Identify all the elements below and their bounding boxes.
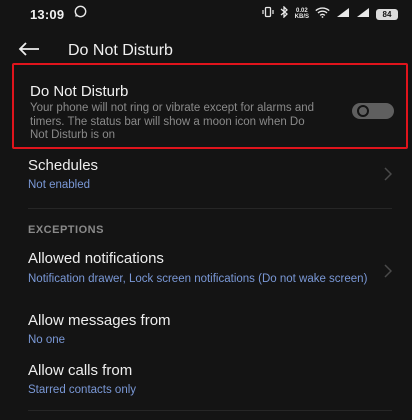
status-bar: 13:09 0.02 KB/S 84 <box>0 0 412 28</box>
allowed-notifications-title: Allowed notifications <box>28 250 164 267</box>
schedules-row[interactable]: Schedules Not enabled <box>28 157 393 192</box>
allowed-notifications-row[interactable]: Allowed notifications Notification drawe… <box>28 250 393 286</box>
back-arrow-icon <box>18 41 40 62</box>
toggle-knob <box>357 105 369 117</box>
divider <box>28 208 392 209</box>
battery-indicator: 84 <box>376 8 398 20</box>
status-time: 13:09 <box>30 6 65 22</box>
allow-calls-row[interactable]: Allow calls from Starred contacts only <box>28 362 392 397</box>
status-bar-right: 0.02 KB/S 84 <box>262 5 398 23</box>
divider <box>28 410 392 411</box>
whatsapp-icon <box>74 5 87 23</box>
allow-messages-row[interactable]: Allow messages from No one <box>28 312 392 347</box>
schedules-status: Not enabled <box>28 179 91 191</box>
signal-icon-2 <box>356 5 370 23</box>
do-not-disturb-toggle[interactable] <box>352 103 394 119</box>
page-title: Do Not Disturb <box>68 42 173 59</box>
wifi-icon <box>315 5 330 23</box>
allow-calls-title: Allow calls from <box>28 362 133 379</box>
signal-icon <box>336 5 350 23</box>
allow-messages-title: Allow messages from <box>28 312 171 329</box>
do-not-disturb-title: Do Not Disturb <box>30 83 129 100</box>
schedules-title: Schedules <box>28 157 99 174</box>
allow-calls-value: Starred contacts only <box>28 384 137 396</box>
network-speed: 0.02 KB/S <box>295 8 309 20</box>
allow-messages-value: No one <box>28 334 66 346</box>
chevron-right-icon <box>384 167 393 186</box>
status-bar-left: 13:09 <box>30 5 87 23</box>
exceptions-header: EXCEPTIONS <box>28 224 104 236</box>
do-not-disturb-description: Your phone will not ring or vibrate exce… <box>30 102 315 141</box>
bluetooth-icon <box>280 5 289 23</box>
allowed-notifications-summary: Notification drawer, Lock screen notific… <box>28 273 368 285</box>
network-speed-unit: KB/S <box>294 14 309 20</box>
chevron-right-icon <box>384 264 393 283</box>
vibrate-icon <box>262 5 274 23</box>
do-not-disturb-row[interactable]: Do Not Disturb Your phone will not ring … <box>12 63 408 149</box>
